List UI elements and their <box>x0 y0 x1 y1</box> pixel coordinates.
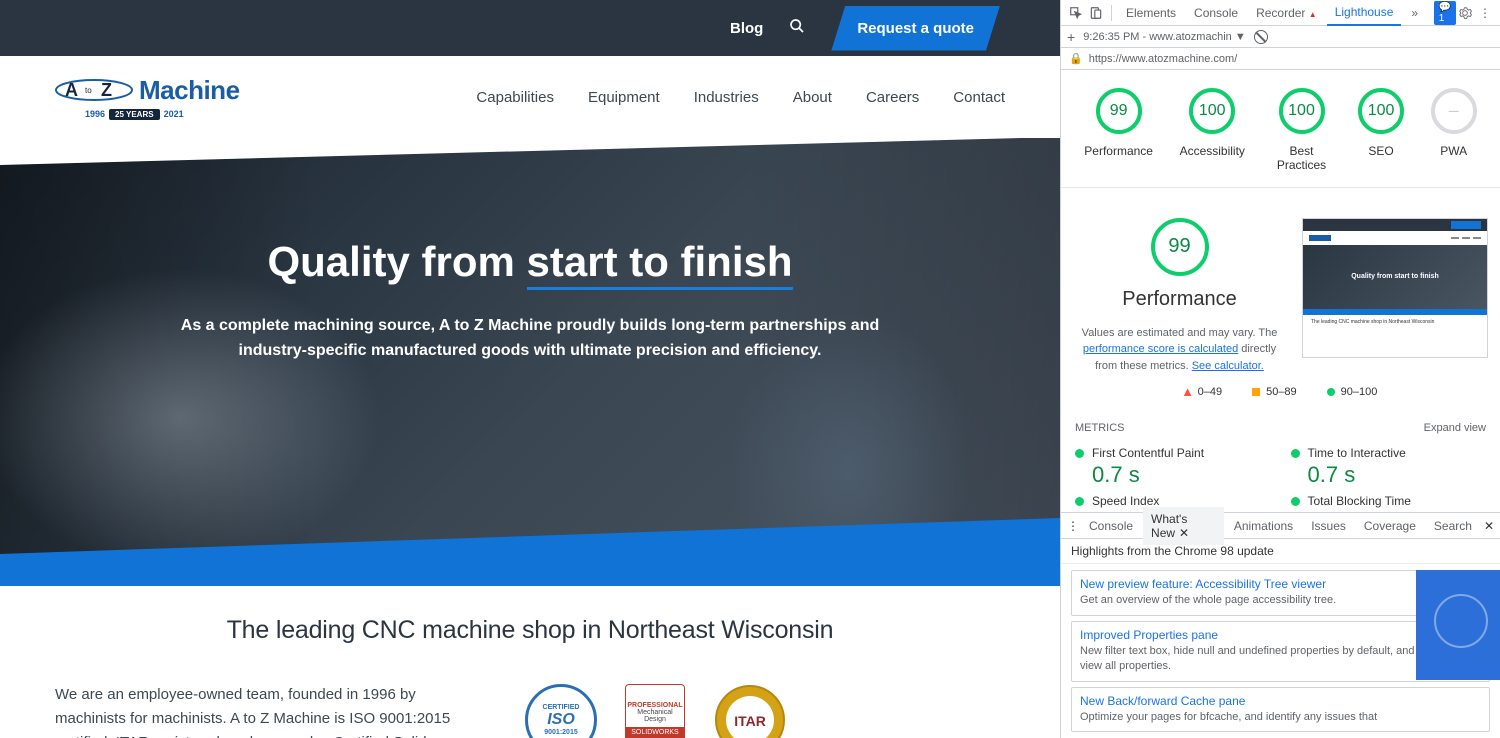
request-quote-button[interactable]: Request a quote <box>831 6 1000 51</box>
whatsnew-cards: New preview feature: Accessibility Tree … <box>1061 564 1500 738</box>
logo-mark-icon: Ato Z <box>55 76 133 104</box>
hero: Quality from start to finish As a comple… <box>0 138 1060 558</box>
drawer-tab-search[interactable]: Search <box>1426 514 1480 538</box>
drawer-tabs: ⋮ Console What's New✕ Animations Issues … <box>1061 513 1500 539</box>
messages-icon[interactable]: 💬 1 <box>1436 4 1454 22</box>
performance-section: 99 Performance Values are estimated and … <box>1061 188 1500 387</box>
itar-badge-icon: ITAR <box>713 683 787 738</box>
report-dropdown[interactable]: 9:26:35 PM - www.atozmachin ▼ <box>1083 31 1246 43</box>
iso-badge-icon: CERTIFIED ISO 9001:2015 <box>525 684 597 738</box>
drawer-kebab-icon[interactable]: ⋮ <box>1067 519 1079 533</box>
close-icon[interactable]: ✕ <box>1179 526 1189 540</box>
tabs-overflow-icon[interactable]: » <box>1403 1 1426 25</box>
nav-careers[interactable]: Careers <box>866 89 919 106</box>
score-legend: 0–49 50–89 90–100 <box>1061 386 1500 412</box>
logo-text: Machine <box>139 75 240 106</box>
hero-body: As a complete machining source, A to Z M… <box>160 314 900 364</box>
logo-tagline: 1996 25 YEARS 2021 <box>85 109 240 120</box>
whatsnew-card[interactable]: New Back/forward Cache paneOptimize your… <box>1071 687 1490 732</box>
tab-console[interactable]: Console <box>1186 1 1246 25</box>
perf-title: Performance <box>1073 288 1286 311</box>
nav-capabilities[interactable]: Capabilities <box>476 89 554 106</box>
perf-calc-link[interactable]: performance score is calculated <box>1083 343 1238 355</box>
tab-lighthouse[interactable]: Lighthouse <box>1327 0 1402 26</box>
lighthouse-report[interactable]: 99Performance 100Accessibility 100Best P… <box>1061 70 1500 512</box>
below-hero: The leading CNC machine shop in Northeas… <box>0 586 1060 738</box>
svg-text:ITAR: ITAR <box>734 713 766 729</box>
drawer-tab-animations[interactable]: Animations <box>1226 514 1301 538</box>
perf-score: 99 <box>1151 218 1209 276</box>
device-icon[interactable] <box>1087 4 1105 22</box>
devtools-drawer: ⋮ Console What's New✕ Animations Issues … <box>1061 512 1500 738</box>
logo[interactable]: Ato Z Machine 1996 25 YEARS 2021 <box>55 75 240 120</box>
solidworks-badge-icon: PROFESSIONAL Mechanical Design SOLIDWORK… <box>625 684 685 738</box>
see-calculator-link[interactable]: See calculator. <box>1192 360 1264 372</box>
section-body: We are an employee-owned team, founded i… <box>55 683 455 738</box>
whatsnew-art-icon <box>1416 570 1500 680</box>
metric-speed-index: Speed Index <box>1075 494 1271 508</box>
main-nav: Ato Z Machine 1996 25 YEARS 2021 Capabili… <box>0 56 1060 138</box>
tab-recorder[interactable]: Recorder ▲ <box>1248 1 1325 25</box>
gauge-performance[interactable]: 99Performance <box>1084 88 1153 173</box>
drawer-tab-whatsnew[interactable]: What's New✕ <box>1143 507 1224 545</box>
screenshot-thumbnail: Quality from start to finish The leading… <box>1302 218 1488 358</box>
devtools-tabs: Elements Console Recorder ▲ Lighthouse »… <box>1061 0 1500 26</box>
url-text: https://www.atozmachine.com/ <box>1089 53 1238 65</box>
new-report-icon[interactable]: + <box>1067 29 1075 45</box>
website-viewport: Blog Request a quote Ato Z Machine 1996 2… <box>0 0 1060 738</box>
drawer-tab-issues[interactable]: Issues <box>1303 514 1354 538</box>
topbar: Blog Request a quote <box>0 0 1060 56</box>
section-headline: The leading CNC machine shop in Northeas… <box>55 616 1005 645</box>
expand-view-link[interactable]: Expand view <box>1424 422 1486 434</box>
lock-icon: 🔒 <box>1069 52 1083 65</box>
lighthouse-url: 🔒 https://www.atozmachine.com/ <box>1061 48 1500 70</box>
nav-about[interactable]: About <box>793 89 832 106</box>
perf-description: Values are estimated and may vary. The p… <box>1073 325 1286 375</box>
cert-badges: CERTIFIED ISO 9001:2015 PROFESSIONAL Mec… <box>495 683 787 738</box>
metrics-header: METRICS Expand view <box>1061 412 1500 442</box>
svg-text:A: A <box>65 80 78 100</box>
blog-link[interactable]: Blog <box>730 20 763 37</box>
inspect-icon[interactable] <box>1067 4 1085 22</box>
svg-text:Z: Z <box>101 80 112 100</box>
score-gauges: 99Performance 100Accessibility 100Best P… <box>1061 70 1500 181</box>
metric-tbt: Total Blocking Time <box>1291 494 1487 508</box>
lighthouse-toolbar: + 9:26:35 PM - www.atozmachin ▼ <box>1061 26 1500 48</box>
blue-separator <box>0 554 1060 586</box>
metric-fcp: First Contentful Paint0.7 s <box>1075 446 1271 488</box>
tab-elements[interactable]: Elements <box>1118 1 1184 25</box>
kebab-icon[interactable]: ⋮ <box>1476 4 1494 22</box>
nav-links: Capabilities Equipment Industries About … <box>476 89 1005 106</box>
metrics-grid: First Contentful Paint0.7 s Time to Inte… <box>1061 442 1500 512</box>
drawer-tab-console[interactable]: Console <box>1081 514 1141 538</box>
devtools-panel: Elements Console Recorder ▲ Lighthouse »… <box>1060 0 1500 738</box>
clear-icon[interactable] <box>1254 30 1268 44</box>
nav-industries[interactable]: Industries <box>694 89 759 106</box>
nav-equipment[interactable]: Equipment <box>588 89 660 106</box>
gauge-seo[interactable]: 100SEO <box>1358 88 1404 173</box>
drawer-tab-coverage[interactable]: Coverage <box>1356 514 1424 538</box>
whatsnew-heading: Highlights from the Chrome 98 update <box>1061 539 1500 564</box>
gauge-pwa[interactable]: —PWA <box>1431 88 1477 173</box>
drawer-close-icon[interactable]: ✕ <box>1484 519 1494 533</box>
gauge-accessibility[interactable]: 100Accessibility <box>1180 88 1245 173</box>
hero-title: Quality from start to finish <box>160 238 900 286</box>
svg-text:to: to <box>85 86 92 95</box>
nav-contact[interactable]: Contact <box>953 89 1005 106</box>
gauge-best-practices[interactable]: 100Best Practices <box>1272 88 1332 173</box>
settings-gear-icon[interactable] <box>1456 4 1474 22</box>
search-icon[interactable] <box>789 18 805 39</box>
metric-tti: Time to Interactive0.7 s <box>1291 446 1487 488</box>
